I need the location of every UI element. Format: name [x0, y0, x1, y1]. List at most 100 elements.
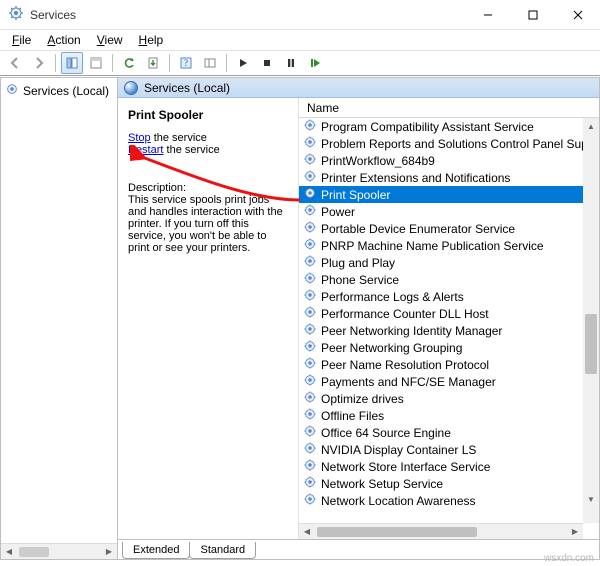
refresh-button[interactable]	[118, 52, 140, 74]
menu-help[interactable]: Help	[131, 31, 172, 49]
export-list-button[interactable]	[142, 52, 164, 74]
service-row[interactable]: NVIDIA Display Container LS	[299, 441, 583, 458]
titlebar: Services	[0, 0, 600, 30]
service-row[interactable]: Peer Networking Identity Manager	[299, 322, 583, 339]
close-button[interactable]	[555, 0, 600, 30]
scroll-thumb[interactable]	[585, 314, 597, 374]
start-service-button[interactable]	[232, 52, 254, 74]
gear-icon	[303, 135, 317, 152]
gear-icon	[303, 373, 317, 390]
service-row[interactable]: Network Store Interface Service	[299, 458, 583, 475]
service-name-cell: Network Location Awareness	[321, 494, 476, 508]
scroll-track[interactable]	[315, 526, 567, 538]
list-horizontal-scrollbar[interactable]: ◀ ▶	[299, 523, 583, 539]
service-name-cell: Performance Logs & Alerts	[321, 290, 464, 304]
help-button[interactable]: ?	[175, 52, 197, 74]
restart-service-link[interactable]: Restart	[128, 144, 163, 156]
scroll-thumb[interactable]	[317, 527, 477, 537]
service-row[interactable]: Performance Logs & Alerts	[299, 288, 583, 305]
restart-service-suffix: the service	[163, 144, 219, 156]
gear-icon	[303, 390, 317, 407]
service-name-cell: Network Store Interface Service	[321, 460, 490, 474]
service-row[interactable]: Phone Service	[299, 271, 583, 288]
service-row[interactable]: Performance Counter DLL Host	[299, 305, 583, 322]
service-row[interactable]: Plug and Play	[299, 254, 583, 271]
service-name-cell: Payments and NFC/SE Manager	[321, 375, 496, 389]
gear-icon	[303, 356, 317, 373]
service-name-cell: Optimize drives	[321, 392, 404, 406]
service-row[interactable]: Problem Reports and Solutions Control Pa…	[299, 135, 583, 152]
scroll-corner	[583, 507, 599, 523]
maximize-button[interactable]	[510, 0, 555, 30]
gear-icon	[303, 271, 317, 288]
right-pane: Services (Local) Print Spooler Stop the …	[118, 77, 600, 560]
scroll-track[interactable]	[583, 134, 599, 491]
menubar: File Action View Help	[0, 30, 600, 50]
service-detail-pane: Print Spooler Stop the service Restart t…	[118, 98, 298, 539]
service-row[interactable]: PNRP Machine Name Publication Service	[299, 237, 583, 254]
service-name-cell: PrintWorkflow_684b9	[321, 154, 435, 168]
nav-forward-button[interactable]	[28, 52, 50, 74]
list-header: Name	[299, 98, 599, 118]
service-row[interactable]: Offline Files	[299, 407, 583, 424]
column-name[interactable]: Name	[299, 101, 599, 115]
gear-icon	[303, 441, 317, 458]
service-row[interactable]: Printer Extensions and Notifications	[299, 169, 583, 186]
stop-service-button[interactable]	[256, 52, 278, 74]
menu-action[interactable]: Action	[39, 31, 88, 49]
pane-header-title: Services (Local)	[144, 81, 230, 95]
tab-extended[interactable]: Extended	[122, 542, 190, 559]
service-row[interactable]: Optimize drives	[299, 390, 583, 407]
restart-service-button[interactable]	[304, 52, 326, 74]
gear-icon	[303, 424, 317, 441]
service-row[interactable]: Power	[299, 203, 583, 220]
menu-file[interactable]: File	[4, 31, 39, 49]
service-row[interactable]: Portable Device Enumerator Service	[299, 220, 583, 237]
gear-icon	[303, 492, 317, 509]
gear-icon	[303, 458, 317, 475]
service-action-restart-line: Restart the service	[128, 144, 288, 156]
service-row[interactable]: Print Spooler	[299, 186, 583, 203]
stop-service-suffix: the service	[151, 132, 207, 144]
scroll-down-icon[interactable]: ▼	[583, 491, 599, 507]
service-name-cell: Performance Counter DLL Host	[321, 307, 489, 321]
service-row[interactable]: Network Location Awareness	[299, 492, 583, 509]
service-action-stop-line: Stop the service	[128, 132, 288, 144]
service-name-cell: PNRP Machine Name Publication Service	[321, 239, 544, 253]
pause-service-button[interactable]	[280, 52, 302, 74]
gear-icon	[303, 186, 317, 203]
service-name-cell: Offline Files	[321, 409, 384, 423]
tab-standard[interactable]: Standard	[189, 542, 256, 559]
scroll-left-icon[interactable]: ◀	[299, 524, 315, 540]
service-name-cell: Program Compatibility Assistant Service	[321, 120, 534, 134]
nav-back-button[interactable]	[4, 52, 26, 74]
scroll-right-icon[interactable]: ▶	[101, 544, 117, 560]
svg-text:?: ?	[184, 58, 188, 68]
menu-view[interactable]: View	[89, 31, 131, 49]
service-row[interactable]: PrintWorkflow_684b9	[299, 152, 583, 169]
gear-icon	[303, 254, 317, 271]
scroll-right-icon[interactable]: ▶	[567, 524, 583, 540]
tree-horizontal-scrollbar[interactable]: ◀ ▶	[1, 543, 117, 559]
scroll-left-icon[interactable]: ◀	[1, 544, 17, 560]
scroll-thumb[interactable]	[19, 547, 49, 557]
service-row[interactable]: Program Compatibility Assistant Service	[299, 118, 583, 135]
vertical-scrollbar[interactable]: ▲ ▼	[583, 118, 599, 507]
show-hide-tree-button[interactable]	[61, 52, 83, 74]
properties-button[interactable]	[85, 52, 107, 74]
gear-icon	[303, 152, 317, 169]
scroll-up-icon[interactable]: ▲	[583, 118, 599, 134]
service-row[interactable]: Peer Networking Grouping	[299, 339, 583, 356]
gear-icon	[303, 220, 317, 237]
toolbar-button[interactable]	[199, 52, 221, 74]
stop-service-link[interactable]: Stop	[128, 132, 151, 144]
service-row[interactable]: Network Setup Service	[299, 475, 583, 492]
gear-icon	[303, 169, 317, 186]
view-tabs: Extended Standard	[118, 539, 599, 559]
service-row[interactable]: Peer Name Resolution Protocol	[299, 356, 583, 373]
tree-root-services-local[interactable]: Services (Local)	[1, 78, 117, 103]
service-row[interactable]: Office 64 Source Engine	[299, 424, 583, 441]
service-name-cell: Office 64 Source Engine	[321, 426, 451, 440]
service-row[interactable]: Payments and NFC/SE Manager	[299, 373, 583, 390]
minimize-button[interactable]	[465, 0, 510, 30]
